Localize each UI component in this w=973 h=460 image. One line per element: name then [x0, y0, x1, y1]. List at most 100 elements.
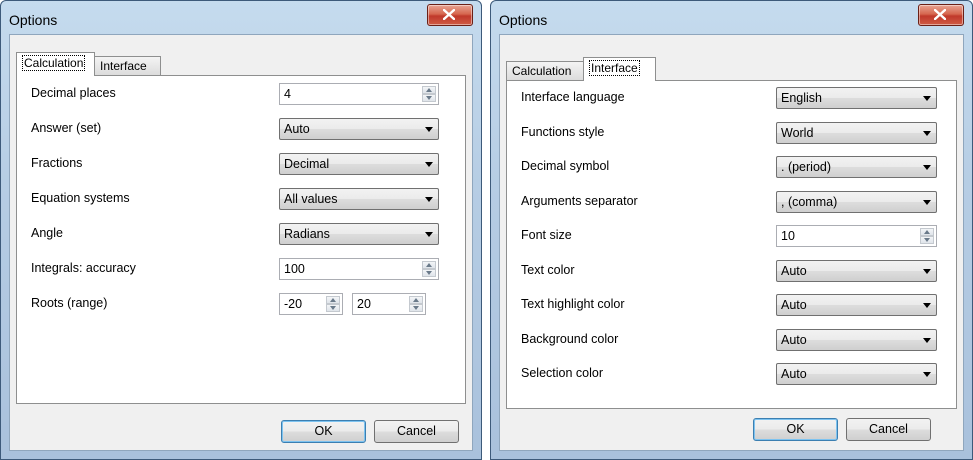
chevron-down-icon	[425, 127, 433, 132]
tab-label: Calculation	[22, 55, 86, 71]
label-background-color: Background color	[521, 331, 619, 346]
spinner	[920, 228, 934, 244]
field-value: 10	[781, 229, 795, 243]
field-value: Auto	[781, 332, 807, 347]
tab-label: Interface	[589, 60, 640, 76]
chevron-down-icon	[923, 303, 931, 308]
dialog-client: Calculation Interface Decimal places 4 Ans…	[9, 34, 473, 451]
spin-down-icon[interactable]	[326, 304, 340, 312]
field-value: Decimal	[284, 157, 330, 171]
chevron-down-icon	[425, 162, 433, 167]
label-functions-style: Functions style	[521, 124, 605, 139]
chevron-down-icon	[923, 337, 931, 343]
spin-up-icon[interactable]	[422, 86, 436, 94]
chevron-down-icon	[923, 372, 931, 377]
tab-interface[interactable]: Interface	[583, 57, 656, 81]
spin-down-icon[interactable]	[409, 304, 423, 312]
spinner	[422, 261, 436, 277]
label-fractions: Fractions	[31, 156, 83, 170]
tab-calculation[interactable]: Calculation	[506, 61, 584, 80]
spin-up-icon[interactable]	[920, 228, 934, 236]
spin-up-icon[interactable]	[409, 296, 423, 304]
selection-color-dropdown[interactable]: Auto	[776, 363, 937, 385]
spinner	[422, 86, 436, 102]
spin-up-icon[interactable]	[326, 296, 340, 304]
label-equation-systems: Equation systems	[31, 191, 130, 205]
arguments-separator-dropdown[interactable]: , (comma)	[776, 190, 937, 213]
field-value: Auto	[781, 298, 807, 312]
label-interface-language: Interface language	[521, 90, 625, 104]
label-angle: Angle	[31, 226, 63, 240]
spin-up-icon[interactable]	[422, 261, 436, 269]
label-arguments-separator: Arguments separator	[521, 193, 638, 208]
decimal-symbol-dropdown[interactable]: . (period)	[776, 156, 937, 178]
field-value: All values	[284, 192, 338, 206]
roots-range-min-input[interactable]: -20	[279, 293, 343, 315]
label-text-highlight-color: Text highlight color	[521, 297, 625, 311]
angle-dropdown[interactable]: Radians	[279, 223, 439, 245]
field-value: 4	[284, 87, 291, 101]
field-value: Auto	[284, 122, 310, 136]
label-decimal-places: Decimal places	[31, 86, 116, 100]
field-value: English	[781, 91, 822, 105]
title-bar[interactable]: Options	[1, 1, 481, 35]
ok-button[interactable]: OK	[753, 418, 838, 441]
options-window-calculation: Options Calculation Interface Decimal pl…	[0, 0, 482, 460]
equation-systems-dropdown[interactable]: All values	[279, 188, 439, 210]
close-button[interactable]	[427, 4, 473, 26]
fractions-dropdown[interactable]: Decimal	[279, 153, 439, 175]
label-font-size: Font size	[521, 228, 572, 242]
answer-set-dropdown[interactable]: Auto	[279, 118, 439, 140]
spinner	[409, 296, 423, 312]
text-color-dropdown[interactable]: Auto	[776, 259, 937, 282]
tab-panel-calculation: Decimal places 4 Answer (set) Auto Fractions…	[16, 75, 466, 404]
chevron-down-icon	[923, 165, 931, 170]
functions-style-dropdown[interactable]: World	[776, 121, 937, 144]
interface-language-dropdown[interactable]: English	[776, 87, 937, 109]
text-highlight-color-dropdown[interactable]: Auto	[776, 294, 937, 316]
options-window-interface: Options Calculation Interface Interface …	[490, 0, 973, 460]
tab-calculation[interactable]: Calculation	[16, 52, 95, 76]
field-value: . (period)	[781, 160, 832, 174]
close-icon	[443, 9, 455, 20]
font-size-input[interactable]: 10	[776, 225, 937, 247]
dialog-client: Calculation Interface Interface language…	[499, 34, 964, 451]
title-bar[interactable]: Options	[491, 1, 972, 35]
cancel-button[interactable]: Cancel	[374, 420, 459, 443]
chevron-down-icon	[923, 268, 931, 274]
close-button[interactable]	[918, 4, 964, 26]
field-value: Auto	[781, 263, 807, 278]
chevron-down-icon	[923, 199, 931, 205]
integrals-accuracy-input[interactable]: 100	[279, 258, 439, 280]
tab-interface[interactable]: Interface	[94, 56, 161, 75]
label-roots-range: Roots (range)	[31, 296, 108, 310]
label-selection-color: Selection color	[521, 366, 603, 380]
spin-down-icon[interactable]	[422, 94, 436, 102]
chevron-down-icon	[425, 232, 433, 237]
field-value: 20	[357, 297, 371, 311]
field-value: Radians	[284, 227, 330, 241]
field-value: -20	[284, 297, 303, 311]
field-value: 100	[284, 262, 305, 276]
background-color-dropdown[interactable]: Auto	[776, 328, 937, 351]
spin-down-icon[interactable]	[422, 269, 436, 277]
roots-range-max-input[interactable]: 20	[352, 293, 426, 315]
label-decimal-symbol: Decimal symbol	[521, 159, 610, 173]
tab-panel-interface: Interface language English Functions style…	[506, 80, 957, 409]
tab-label: Calculation	[512, 64, 572, 78]
decimal-places-input[interactable]: 4	[279, 83, 439, 105]
tab-label: Interface	[100, 59, 147, 73]
chevron-down-icon	[923, 96, 931, 101]
close-icon	[934, 9, 946, 20]
spin-down-icon[interactable]	[920, 236, 934, 244]
chevron-down-icon	[923, 130, 931, 136]
field-value: , (comma)	[781, 194, 838, 209]
label-text-color: Text color	[521, 262, 575, 277]
chevron-down-icon	[425, 197, 433, 202]
label-answer-set: Answer (set)	[31, 121, 102, 135]
cancel-button[interactable]: Cancel	[846, 418, 931, 441]
window-title: Options	[499, 12, 548, 28]
ok-button[interactable]: OK	[281, 420, 366, 443]
label-integrals-accuracy: Integrals: accuracy	[31, 261, 136, 275]
window-title: Options	[9, 12, 58, 28]
